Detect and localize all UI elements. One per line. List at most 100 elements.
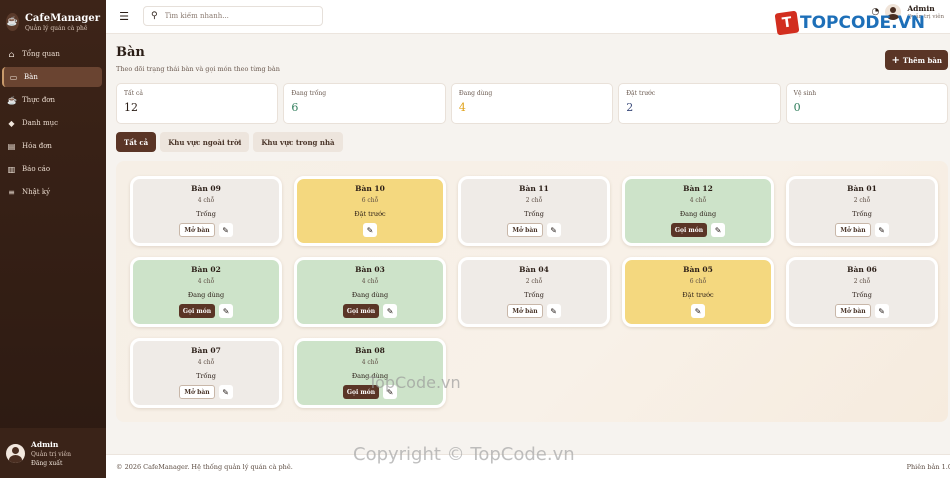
stat-card: Đang trống 6 bbox=[283, 83, 446, 124]
log-icon: ≡ bbox=[8, 187, 15, 197]
watermark-text: TopCode.vn bbox=[368, 373, 461, 392]
open-table-button[interactable]: Mở bàn bbox=[507, 223, 543, 237]
table-card[interactable]: Bàn 09 4 chỗ Trống Mở bàn ✎ bbox=[130, 176, 282, 246]
add-table-button[interactable]: + Thêm bàn bbox=[885, 50, 948, 70]
table-actions: Mở bàn ✎ bbox=[133, 385, 279, 399]
table-name: Bàn 12 bbox=[683, 184, 713, 193]
table-actions: Mở bàn ✎ bbox=[461, 223, 607, 237]
table-card[interactable]: Bàn 07 4 chỗ Trống Mở bàn ✎ bbox=[130, 338, 282, 408]
table-card[interactable]: Bàn 04 2 chỗ Trống Mở bàn ✎ bbox=[458, 257, 610, 327]
open-table-button[interactable]: Mở bàn bbox=[179, 223, 215, 237]
table-name: Bàn 05 bbox=[683, 265, 713, 274]
edit-pencil-icon[interactable]: ✎ bbox=[711, 223, 726, 237]
table-seats: 2 chỗ bbox=[525, 197, 543, 204]
table-name: Bàn 01 bbox=[847, 184, 877, 193]
add-table-label: Thêm bàn bbox=[902, 55, 942, 65]
table-card[interactable]: Bàn 12 4 chỗ Đang dùng Gọi món ✎ bbox=[622, 176, 774, 246]
topcode-logo-text: TOPCODE.VN bbox=[799, 13, 925, 33]
sidebar-item-label: Báo cáo bbox=[22, 165, 51, 173]
edit-pencil-icon[interactable]: ✎ bbox=[219, 304, 234, 318]
table-name: Bàn 06 bbox=[847, 265, 877, 274]
search-input[interactable] bbox=[164, 12, 305, 20]
edit-pencil-icon[interactable]: ✎ bbox=[383, 304, 398, 318]
sidebar-item-4[interactable]: ▤ Hóa đơn bbox=[2, 136, 102, 156]
table-status: Đặt trước bbox=[354, 210, 386, 218]
app-tagline: Quản lý quán cà phê bbox=[24, 24, 88, 32]
edit-pencil-icon[interactable]: ✎ bbox=[218, 385, 233, 399]
sidebar-item-label: Thực đơn bbox=[22, 96, 56, 104]
file-icon: ▤ bbox=[7, 141, 16, 151]
edit-pencil-icon[interactable]: ✎ bbox=[546, 223, 561, 237]
sidebar-item-label: Bàn bbox=[24, 73, 38, 81]
tags-icon: ◆ bbox=[8, 118, 15, 128]
edit-pencil-icon[interactable]: ✎ bbox=[874, 223, 889, 237]
table-status: Trống bbox=[196, 372, 216, 380]
table-actions: Mở bàn ✎ bbox=[133, 223, 279, 237]
table-actions: ✎ bbox=[297, 223, 443, 237]
coffee-cup-logo-icon: ☕ bbox=[6, 13, 19, 31]
table-seats: 2 chỗ bbox=[525, 278, 543, 285]
table-seats: 6 chỗ bbox=[361, 197, 379, 204]
edit-pencil-icon[interactable]: ✎ bbox=[218, 223, 233, 237]
open-table-button[interactable]: Mở bàn bbox=[835, 223, 871, 237]
sidebar-item-2[interactable]: ☕ Thực đơn bbox=[2, 90, 102, 110]
order-button[interactable]: Gọi món bbox=[670, 223, 708, 237]
logout-link[interactable]: Đăng xuất bbox=[31, 460, 71, 467]
avatar[interactable] bbox=[6, 443, 25, 463]
area-tab[interactable]: Tất cả bbox=[116, 132, 157, 152]
area-tab[interactable]: Khu vực ngoài trời bbox=[160, 132, 250, 152]
table-name: Bàn 10 bbox=[355, 184, 385, 193]
edit-pencil-icon[interactable]: ✎ bbox=[691, 304, 705, 318]
area-tab[interactable]: Khu vực trong nhà bbox=[253, 132, 343, 152]
sidebar-user-name: Admin bbox=[31, 439, 59, 449]
stat-label: Đang trống bbox=[291, 90, 327, 97]
table-status: Trống bbox=[524, 291, 544, 299]
table-actions: ✎ bbox=[625, 304, 771, 318]
search-box: ⚲ bbox=[143, 6, 323, 26]
sidebar-item-label: Tổng quan bbox=[22, 50, 60, 58]
app-name: CafeManager bbox=[24, 12, 100, 24]
table-status: Đang dùng bbox=[679, 210, 717, 218]
table-card[interactable]: Bàn 02 4 chỗ Đang dùng Gọi món ✎ bbox=[130, 257, 282, 327]
main-content: Bàn Theo dõi trạng thái bàn và gọi món t… bbox=[106, 34, 950, 454]
sidebar-item-5[interactable]: ▥ Báo cáo bbox=[2, 159, 102, 179]
sidebar-item-label: Danh mục bbox=[22, 119, 59, 127]
stat-label: Đặt trước bbox=[626, 90, 656, 97]
order-button[interactable]: Gọi món bbox=[178, 304, 216, 318]
menu-toggle-icon[interactable]: ☰ bbox=[116, 9, 132, 23]
edit-pencil-icon[interactable]: ✎ bbox=[363, 223, 377, 237]
sidebar-user: Admin Quản trị viên Đăng xuất bbox=[0, 428, 106, 478]
topcode-logo-icon: T bbox=[774, 10, 800, 36]
watermark-copyright: Copyright © TopCode.vn bbox=[353, 444, 575, 465]
table-card[interactable]: Bàn 10 6 chỗ Đặt trước ✎ bbox=[294, 176, 446, 246]
open-table-button[interactable]: Mở bàn bbox=[179, 385, 215, 399]
table-actions: Gọi món ✎ bbox=[133, 304, 279, 318]
table-name: Bàn 09 bbox=[191, 184, 221, 193]
sidebar-item-0[interactable]: ⌂ Tổng quan bbox=[2, 44, 102, 64]
table-seats: 4 chỗ bbox=[197, 197, 215, 204]
table-status: Trống bbox=[524, 210, 544, 218]
page-title: Bàn bbox=[116, 45, 145, 60]
table-status: Đặt trước bbox=[682, 291, 714, 299]
edit-pencil-icon[interactable]: ✎ bbox=[546, 304, 561, 318]
sidebar-item-label: Hóa đơn bbox=[22, 142, 52, 150]
table-card[interactable]: Bàn 03 4 chỗ Đang dùng Gọi món ✎ bbox=[294, 257, 446, 327]
table-card[interactable]: Bàn 01 2 chỗ Trống Mở bàn ✎ bbox=[786, 176, 938, 246]
area-tabs: Tất cả Khu vực ngoài trời Khu vực trong nh… bbox=[116, 132, 343, 152]
table-name: Bàn 11 bbox=[519, 184, 549, 193]
table-seats: 4 chỗ bbox=[361, 359, 379, 366]
sidebar-item-1[interactable]: ▭ Bàn bbox=[2, 67, 102, 87]
stat-value: 12 bbox=[124, 101, 138, 114]
edit-pencil-icon[interactable]: ✎ bbox=[874, 304, 889, 318]
table-actions: Mở bàn ✎ bbox=[789, 304, 935, 318]
sidebar-item-6[interactable]: ≡ Nhật ký bbox=[2, 182, 102, 202]
table-actions: Gọi món ✎ bbox=[625, 223, 771, 237]
table-card[interactable]: Bàn 11 2 chỗ Trống Mở bàn ✎ bbox=[458, 176, 610, 246]
table-card[interactable]: Bàn 06 2 chỗ Trống Mở bàn ✎ bbox=[786, 257, 938, 327]
open-table-button[interactable]: Mở bàn bbox=[835, 304, 871, 318]
brand[interactable]: ☕ CafeManager Quản lý quán cà phê bbox=[0, 0, 106, 36]
sidebar-item-3[interactable]: ◆ Danh mục bbox=[2, 113, 102, 133]
table-card[interactable]: Bàn 05 6 chỗ Đặt trước ✎ bbox=[622, 257, 774, 327]
open-table-button[interactable]: Mở bàn bbox=[507, 304, 543, 318]
order-button[interactable]: Gọi món bbox=[342, 304, 380, 318]
